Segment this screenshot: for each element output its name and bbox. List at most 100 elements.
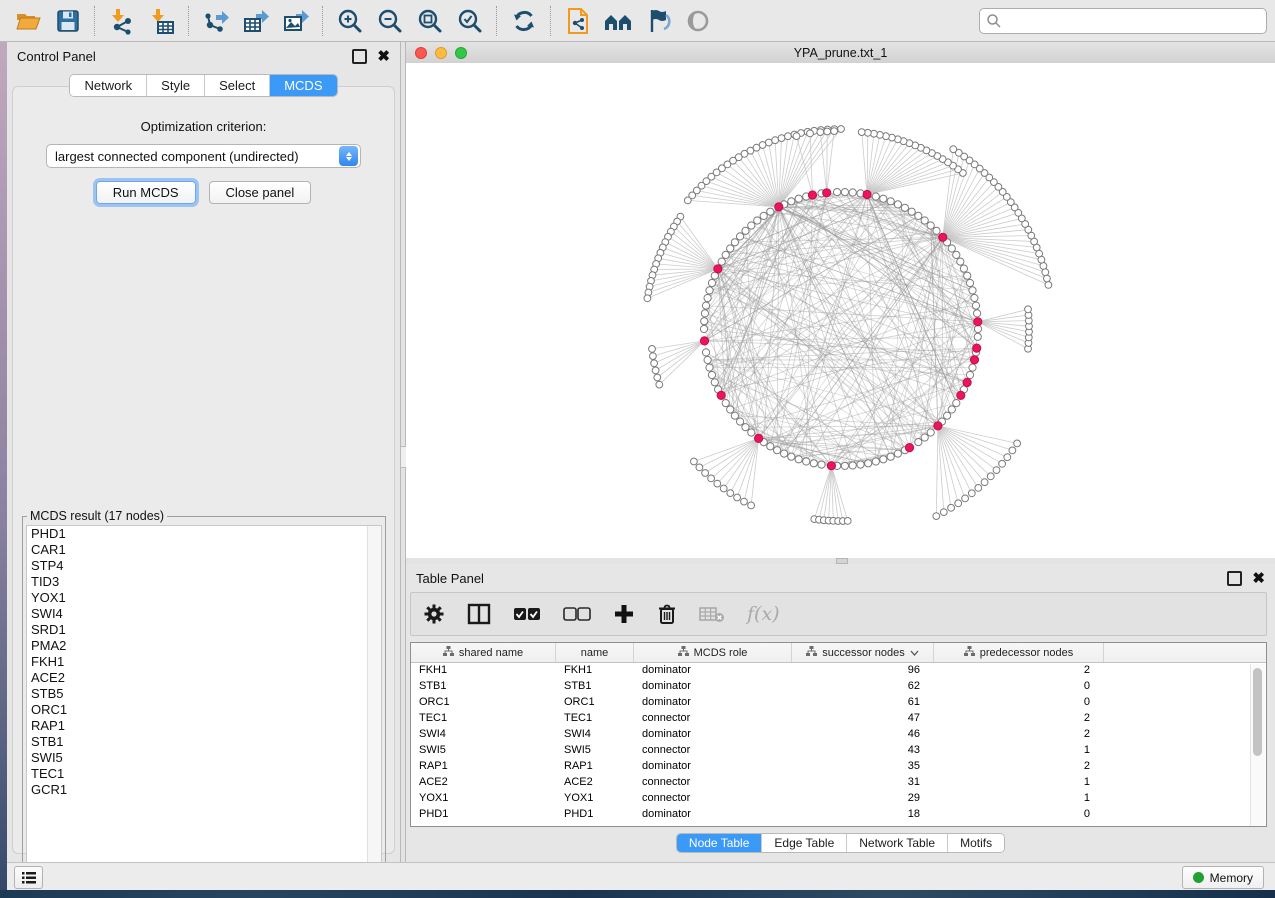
tab-style[interactable]: Style <box>147 75 205 96</box>
network-node[interactable] <box>654 374 661 381</box>
network-node[interactable] <box>708 475 715 482</box>
mcds-result-item[interactable]: STB1 <box>27 734 381 750</box>
cell-mcds_role[interactable]: dominator <box>634 727 792 743</box>
network-node[interactable] <box>708 279 715 286</box>
network-node[interactable] <box>706 287 713 294</box>
network-node[interactable] <box>921 434 928 441</box>
column-header-successor_nodes[interactable]: successor nodes <box>792 643 934 662</box>
mcds-result-item[interactable]: FKH1 <box>27 654 381 670</box>
network-node[interactable] <box>741 498 748 505</box>
mcds-result-item[interactable]: STB5 <box>27 686 381 702</box>
network-node[interactable] <box>981 479 988 486</box>
export-table-icon[interactable] <box>236 4 276 38</box>
mcds-result-item[interactable]: RAP1 <box>27 718 381 734</box>
tab-network[interactable]: Network <box>70 75 147 96</box>
network-node[interactable] <box>772 137 779 144</box>
float-window-icon[interactable] <box>1227 571 1242 586</box>
network-node[interactable] <box>702 349 709 356</box>
hide-labels-icon[interactable] <box>638 4 678 38</box>
network-node[interactable] <box>807 130 814 137</box>
network-node[interactable] <box>778 135 785 142</box>
network-node[interactable] <box>915 212 922 219</box>
network-node[interactable] <box>841 462 848 469</box>
show-graphics-details-icon[interactable] <box>678 4 718 38</box>
cell-mcds_role[interactable]: dominator <box>634 679 792 695</box>
cell-shared_name[interactable]: FKH1 <box>411 663 556 679</box>
network-node[interactable] <box>921 217 928 224</box>
network-node[interactable] <box>722 400 729 407</box>
zoom-out-icon[interactable] <box>370 4 410 38</box>
cell-predecessor_nodes[interactable]: 1 <box>934 743 1104 759</box>
cell-shared_name[interactable]: SWI4 <box>411 727 556 743</box>
network-node[interactable] <box>708 371 715 378</box>
cell-shared_name[interactable]: SWI5 <box>411 743 556 759</box>
mcds-network-node[interactable] <box>957 391 965 399</box>
scrollbar-thumb[interactable] <box>1253 668 1262 756</box>
cell-predecessor_nodes[interactable]: 1 <box>934 791 1104 807</box>
network-node[interactable] <box>824 128 831 135</box>
cell-name[interactable]: STB1 <box>556 679 634 695</box>
mcds-network-node[interactable] <box>934 422 942 430</box>
network-node[interactable] <box>857 461 864 468</box>
network-node[interactable] <box>748 502 755 509</box>
mcds-network-node[interactable] <box>974 318 982 326</box>
table-row[interactable]: PHD1PHD1dominator180 <box>411 807 1266 823</box>
table-row[interactable]: SWI5SWI5connector431 <box>411 743 1266 759</box>
network-node[interactable] <box>788 453 795 460</box>
network-node[interactable] <box>718 258 725 265</box>
network-node[interactable] <box>696 464 703 471</box>
network-node[interactable] <box>727 406 734 413</box>
mcds-network-node[interactable] <box>963 378 971 386</box>
close-panel-icon[interactable]: ✖ <box>1252 573 1265 584</box>
network-node[interactable] <box>957 258 964 265</box>
column-header-predecessor_nodes[interactable]: predecessor nodes <box>934 643 1104 662</box>
table-row[interactable]: ACE2ACE2connector311 <box>411 775 1266 791</box>
network-node[interactable] <box>795 195 802 202</box>
cell-name[interactable]: YOX1 <box>556 791 634 807</box>
network-node[interactable] <box>793 133 800 140</box>
cell-predecessor_nodes[interactable]: 1 <box>934 775 1104 791</box>
network-node[interactable] <box>834 189 841 196</box>
export-network-icon[interactable] <box>196 4 236 38</box>
network-node[interactable] <box>849 462 856 469</box>
network-node[interactable] <box>940 509 947 516</box>
network-node[interactable] <box>1004 454 1011 461</box>
cell-predecessor_nodes[interactable]: 0 <box>934 807 1104 823</box>
mcds-network-node[interactable] <box>717 391 725 399</box>
network-node[interactable] <box>731 412 738 419</box>
mcds-result-item[interactable]: TID3 <box>27 574 381 590</box>
cell-successor_nodes[interactable]: 47 <box>792 711 934 727</box>
network-node[interactable] <box>727 490 734 497</box>
cell-shared_name[interactable]: ORC1 <box>411 695 556 711</box>
mcds-network-node[interactable] <box>827 462 835 470</box>
mcds-network-node[interactable] <box>863 190 871 198</box>
network-node[interactable] <box>993 467 1000 474</box>
table-settings-gear-icon[interactable] <box>423 603 445 625</box>
tab-mcds[interactable]: MCDS <box>270 75 336 96</box>
optimization-criterion-select[interactable]: largest connected component (undirected) <box>46 144 361 168</box>
network-node[interactable] <box>742 227 749 234</box>
mcds-network-node[interactable] <box>714 265 722 273</box>
cell-mcds_role[interactable]: connector <box>634 743 792 759</box>
column-header-name[interactable]: name <box>556 643 634 662</box>
cell-predecessor_nodes[interactable]: 2 <box>934 727 1104 743</box>
network-node[interactable] <box>650 353 657 360</box>
network-node[interactable] <box>1025 306 1032 313</box>
cell-successor_nodes[interactable]: 31 <box>792 775 934 791</box>
mcds-network-node[interactable] <box>808 191 816 199</box>
cell-name[interactable]: PHD1 <box>556 807 634 823</box>
network-node[interactable] <box>656 381 663 388</box>
cell-predecessor_nodes[interactable]: 2 <box>934 711 1104 727</box>
cell-predecessor_nodes[interactable]: 0 <box>934 695 1104 711</box>
cell-successor_nodes[interactable]: 35 <box>792 759 934 775</box>
network-node[interactable] <box>944 412 951 419</box>
cell-shared_name[interactable]: TEC1 <box>411 711 556 727</box>
network-node[interactable] <box>953 251 960 258</box>
table-scrollbar[interactable] <box>1250 664 1265 826</box>
network-node[interactable] <box>974 333 981 340</box>
mcds-result-item[interactable]: STP4 <box>27 558 381 574</box>
mcds-result-item[interactable]: SWI4 <box>27 606 381 622</box>
network-node[interactable] <box>737 418 744 425</box>
search-box[interactable] <box>979 8 1267 34</box>
network-node[interactable] <box>754 217 761 224</box>
